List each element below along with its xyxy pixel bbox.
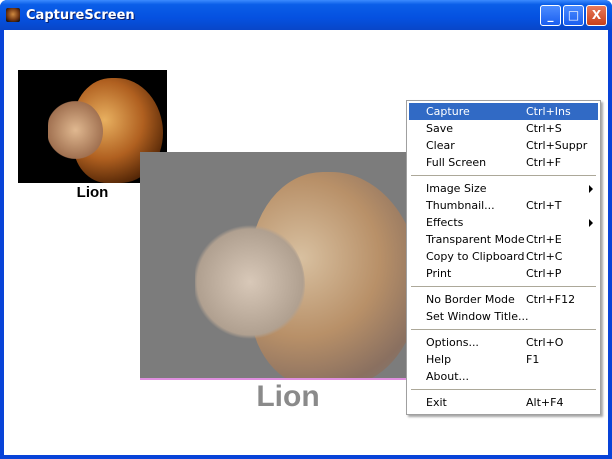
menu-item-thumbnail[interactable]: Thumbnail... Ctrl+T xyxy=(409,197,598,214)
menu-item-label: Capture xyxy=(426,105,470,118)
menu-item-label: Clear xyxy=(426,139,455,152)
preview-label: Lion xyxy=(256,380,320,413)
menu-item-label: Full Screen xyxy=(426,156,487,169)
menu-item-effects[interactable]: Effects xyxy=(409,214,598,231)
menu-item-options[interactable]: Options... Ctrl+O xyxy=(409,334,598,351)
context-menu: Capture Ctrl+Ins Save Ctrl+S Clear Ctrl+Suppr… xyxy=(406,100,601,415)
maximize-button[interactable]: □ xyxy=(563,5,584,26)
menu-separator xyxy=(409,282,598,291)
menu-item-shortcut: Alt+F4 xyxy=(526,396,564,409)
menu-item-help[interactable]: Help F1 xyxy=(409,351,598,368)
menu-separator xyxy=(409,171,598,180)
menu-item-image-size[interactable]: Image Size xyxy=(409,180,598,197)
menu-item-shortcut: Ctrl+C xyxy=(526,250,563,263)
menu-item-shortcut: Ctrl+F xyxy=(526,156,562,169)
menu-item-no-border-mode[interactable]: No Border Mode Ctrl+F12 xyxy=(409,291,598,308)
menu-item-set-window-title[interactable]: Set Window Title... xyxy=(409,308,598,325)
menu-item-shortcut: Ctrl+P xyxy=(526,267,562,280)
menu-item-label: Image Size xyxy=(426,182,487,195)
menu-item-save[interactable]: Save Ctrl+S xyxy=(409,120,598,137)
menu-item-label: About... xyxy=(426,370,470,383)
submenu-arrow-icon xyxy=(589,185,593,193)
menu-item-label: Print xyxy=(426,267,452,280)
menu-item-copy-to-clipboard[interactable]: Copy to Clipboard Ctrl+C xyxy=(409,248,598,265)
close-button[interactable]: X xyxy=(586,5,607,26)
submenu-arrow-icon xyxy=(589,219,593,227)
menu-item-label: Effects xyxy=(426,216,464,229)
menu-item-label: Thumbnail... xyxy=(426,199,495,212)
menu-item-shortcut: Ctrl+O xyxy=(526,336,564,349)
menu-item-label: No Border Mode xyxy=(426,293,515,306)
menu-item-clear[interactable]: Clear Ctrl+Suppr xyxy=(409,137,598,154)
menu-item-about[interactable]: About... xyxy=(409,368,598,385)
menu-item-label: Help xyxy=(426,353,452,366)
menu-separator xyxy=(409,385,598,394)
menu-item-print[interactable]: Print Ctrl+P xyxy=(409,265,598,282)
menu-item-label: Set Window Title... xyxy=(426,310,529,323)
menu-item-transparent-mode[interactable]: Transparent Mode Ctrl+E xyxy=(409,231,598,248)
app-lion-icon[interactable] xyxy=(6,8,20,22)
menu-item-label: Options... xyxy=(426,336,479,349)
menu-item-shortcut: Ctrl+E xyxy=(526,233,562,246)
menu-item-exit[interactable]: Exit Alt+F4 xyxy=(409,394,598,411)
menu-item-label: Transparent Mode xyxy=(426,233,525,246)
menu-item-capture[interactable]: Capture Ctrl+Ins xyxy=(409,103,598,120)
menu-item-label: Save xyxy=(426,122,454,135)
minimize-button[interactable]: _ xyxy=(540,5,561,26)
menu-item-shortcut: Ctrl+Ins xyxy=(526,105,571,118)
menu-item-shortcut: Ctrl+T xyxy=(526,199,562,212)
menu-item-label: Copy to Clipboard xyxy=(426,250,525,263)
menu-item-shortcut: Ctrl+S xyxy=(526,122,562,135)
menu-separator xyxy=(409,325,598,334)
menu-item-shortcut: F1 xyxy=(526,353,540,366)
title-bar[interactable]: CaptureScreen _ □ X xyxy=(0,0,612,30)
menu-item-shortcut: Ctrl+F12 xyxy=(526,293,576,306)
preview-image[interactable] xyxy=(140,152,406,380)
menu-item-full-screen[interactable]: Full Screen Ctrl+F xyxy=(409,154,598,171)
menu-item-label: Exit xyxy=(426,396,447,409)
menu-item-shortcut: Ctrl+Suppr xyxy=(526,139,588,152)
window-title: CaptureScreen xyxy=(26,8,135,23)
